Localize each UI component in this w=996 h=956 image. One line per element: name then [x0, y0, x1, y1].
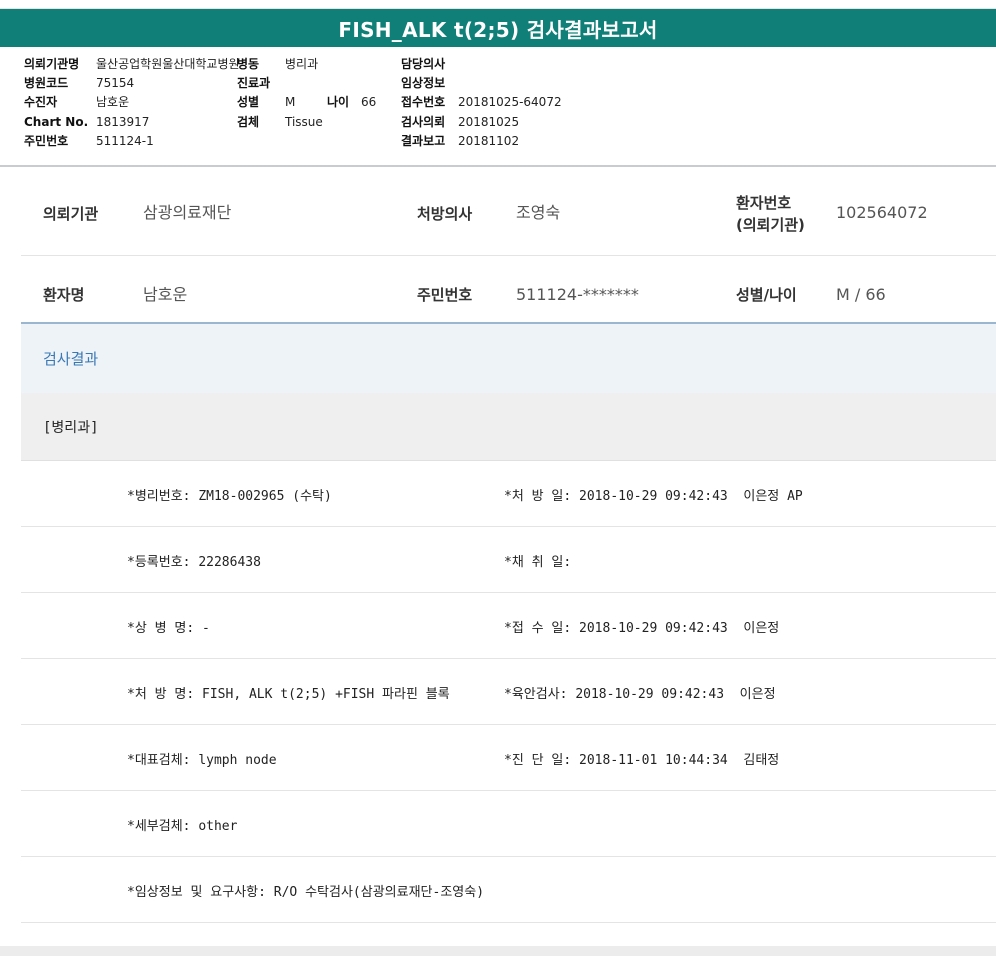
header-label-age: 나이 — [327, 95, 350, 110]
label-sex-age: 성별/나이 — [736, 286, 797, 304]
header-label: 진료과 — [237, 76, 271, 91]
header-label: 임상정보 — [401, 76, 446, 91]
header-field-patient: 수진자 남호운 — [24, 93, 240, 112]
label-patient-number-sub: (의뢰기관) — [736, 216, 805, 234]
result-left: *대표검체: lymph node — [127, 753, 277, 768]
header-field-chart-no: Chart No. 1813917 — [24, 113, 240, 132]
patient-info-table: 의뢰기관 삼광의료재단 처방의사 조영숙 환자번호 (의뢰기관) 1025640… — [21, 169, 996, 334]
report-title-bar: FISH_ALK t(2;5) 검사결과보고서 — [0, 9, 996, 47]
header-label: 병원코드 — [24, 76, 69, 91]
result-left: *임상정보 및 요구사항: R/O 수탁검사(삼광의료재단-조영숙) — [127, 885, 485, 900]
header-value: M — [285, 95, 296, 110]
header-label: 검사의뢰 — [401, 114, 446, 129]
header-value: Tissue — [285, 114, 323, 129]
header-label: 성별 — [237, 95, 260, 110]
result-row: *등록번호: 22286438 *채 취 일: — [21, 527, 996, 593]
result-section-header: 검사결과 — [21, 322, 996, 394]
header-field-receipt-no: 접수번호 20181025-64072 — [401, 93, 562, 112]
main-content: 의뢰기관 삼광의료재단 처방의사 조영숙 환자번호 (의뢰기관) 1025640… — [0, 169, 996, 947]
result-row: *대표검체: lymph node *진 단 일: 2018-11-01 10:… — [21, 725, 996, 791]
result-left: *등록번호: 22286438 — [127, 555, 261, 570]
header-field-department: 진료과 — [237, 74, 376, 93]
header-value: 75154 — [96, 76, 135, 91]
result-row: *임상정보 및 요구사항: R/O 수탁검사(삼광의료재단-조영숙) — [21, 857, 996, 923]
header-value: 511124-1 — [96, 133, 154, 148]
header-label: 검체 — [237, 114, 260, 129]
header-field-report-date: 결과보고 20181102 — [401, 132, 562, 151]
report-header-info: 의뢰기관명 울산공업학원울산대학교병원 병원코드 75154 수진자 남호운 Char… — [0, 47, 996, 167]
header-label: Chart No. — [24, 114, 89, 129]
header-value: 20181025 — [458, 114, 520, 129]
value-institution: 삼광의료재단 — [143, 203, 232, 222]
result-left: *처 방 명: FISH, ALK t(2;5) +FISH 파라핀 블록 — [127, 687, 450, 702]
result-row: *처 방 명: FISH, ALK t(2;5) +FISH 파라핀 블록 *육… — [21, 659, 996, 725]
header-field-sex-age: 성별 M 나이 66 — [237, 93, 376, 112]
label-institution: 의뢰기관 — [43, 205, 99, 223]
result-right: *육안검사: 2018-10-29 09:42:43 이은정 — [504, 687, 776, 702]
result-right: *처 방 일: 2018-10-29 09:42:43 이은정 AP — [504, 489, 803, 504]
header-field-specimen: 검체 Tissue — [237, 113, 376, 132]
result-left: *상 병 명: - — [127, 621, 210, 636]
header-column-3: 담당의사 임상정보 접수번호 20181025-64072 검사의뢰 2018102… — [401, 55, 562, 151]
header-value: 남호운 — [96, 95, 130, 110]
value-prescriber: 조영숙 — [516, 203, 561, 222]
header-field-request-date: 검사의뢰 20181025 — [401, 113, 562, 132]
header-column-2: 병동 병리과 진료과 성별 M 나이 66 검체 Tissue — [237, 55, 376, 132]
header-label: 담당의사 — [401, 57, 446, 71]
header-field-hospital-code: 병원코드 75154 — [24, 74, 240, 93]
header-value: 1813917 — [96, 114, 150, 129]
result-right: *채 취 일: — [504, 555, 572, 570]
header-label: 주민번호 — [24, 133, 69, 148]
header-value-age: 66 — [361, 95, 377, 110]
header-value: 병리과 — [285, 57, 319, 71]
label-patient-number: 환자번호 — [736, 194, 792, 212]
result-left: *병리번호: ZM18-002965 (수탁) — [127, 489, 332, 504]
header-value: 20181102 — [458, 133, 520, 148]
header-value: 울산공업학원울산대학교병원 — [96, 57, 240, 71]
header-column-1: 의뢰기관명 울산공업학원울산대학교병원 병원코드 75154 수진자 남호운 Char… — [24, 55, 240, 151]
result-left: *세부검체: other — [127, 819, 238, 834]
pathology-title: [병리과] — [43, 420, 99, 436]
header-label: 의뢰기관명 — [24, 57, 80, 71]
header-field-doctor: 담당의사 — [401, 55, 562, 74]
value-patient-name: 남호운 — [143, 285, 188, 304]
result-row: *상 병 명: - *접 수 일: 2018-10-29 09:42:43 이은… — [21, 593, 996, 659]
result-right: *진 단 일: 2018-11-01 10:44:34 김태정 — [504, 753, 780, 768]
header-field-resident-no: 주민번호 511124-1 — [24, 132, 240, 151]
header-label: 접수번호 — [401, 95, 446, 110]
info-row-1: 의뢰기관 삼광의료재단 처방의사 조영숙 환자번호 (의뢰기관) 1025640… — [21, 169, 996, 256]
bottom-strip — [0, 946, 996, 956]
header-label: 결과보고 — [401, 133, 446, 148]
result-section-title: 검사결과 — [43, 350, 99, 368]
header-value: 20181025-64072 — [458, 95, 562, 110]
value-resident-no: 511124-******* — [516, 285, 639, 304]
label-prescriber: 처방의사 — [417, 205, 473, 223]
header-label: 병동 — [237, 57, 260, 71]
result-row: *병리번호: ZM18-002965 (수탁) *처 방 일: 2018-10-… — [21, 461, 996, 527]
header-label: 수진자 — [24, 95, 58, 110]
result-row: *세부검체: other — [21, 791, 996, 857]
label-resident-no: 주민번호 — [417, 286, 473, 304]
header-field-ward: 병동 병리과 — [237, 55, 376, 74]
value-patient-number: 102564072 — [836, 203, 928, 222]
value-sex-age: M / 66 — [836, 285, 886, 304]
header-field-institution: 의뢰기관명 울산공업학원울산대학교병원 — [24, 55, 240, 74]
pathology-header: [병리과] — [21, 393, 996, 461]
label-patient-name: 환자명 — [43, 286, 85, 304]
header-field-clinical-info: 임상정보 — [401, 74, 562, 93]
report-title: FISH_ALK t(2;5) 검사결과보고서 — [338, 17, 658, 42]
result-right: *접 수 일: 2018-10-29 09:42:43 이은정 — [504, 621, 780, 636]
top-border — [0, 0, 996, 9]
